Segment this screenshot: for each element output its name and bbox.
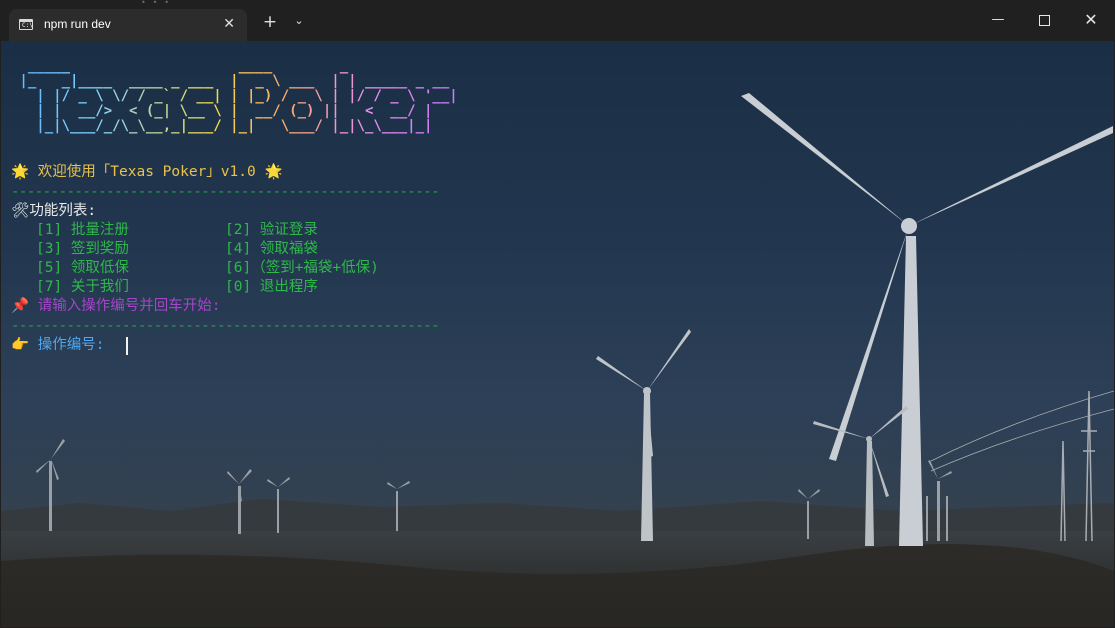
tab-npm-run-dev[interactable]: C:\ npm run dev ✕: [9, 9, 247, 41]
close-window-button[interactable]: ✕: [1068, 0, 1114, 41]
text-cursor[interactable]: [126, 337, 128, 355]
close-tab-icon[interactable]: ✕: [223, 16, 235, 32]
title-bar: • • • C:\ npm run dev ✕ + ⌄ — ✕: [0, 0, 1115, 41]
maximize-icon: [1038, 15, 1050, 26]
menu-title: 🛠功能列表:: [11, 203, 97, 219]
chevron-down-icon[interactable]: ⌄: [292, 14, 306, 28]
ascii-banner-texas-poker: _____ ____ _ |_ _|____ ____ _ ___ | _ \ …: [11, 59, 457, 134]
welcome-message: 🌟 欢迎使用「Texas Poker」v1.0 🌟: [11, 164, 283, 180]
operation-prompt: 👉 操作编号:: [11, 337, 114, 353]
menu-item-0: [0] 退出程序: [225, 279, 318, 295]
minimize-button[interactable]: —: [975, 0, 1021, 41]
drag-handle[interactable]: • • •: [141, 0, 170, 7]
menu-item-3: [3] 签到奖励: [36, 241, 129, 257]
menu-item-7: [7] 关于我们: [36, 279, 129, 295]
menu-item-6: [6]（签到+福袋+低保): [225, 260, 379, 276]
tab-title: npm run dev: [44, 17, 111, 31]
terminal-pane[interactable]: _____ ____ _ |_ _|____ ____ _ ___ | _ \ …: [1, 41, 1114, 627]
menu-item-1: [1] 批量注册: [36, 222, 129, 238]
separator-line-bottom: ----------------------------------------…: [11, 318, 440, 334]
maximize-button[interactable]: [1021, 0, 1067, 41]
separator-line: ----------------------------------------…: [11, 184, 440, 200]
menu-item-2: [2] 验证登录: [225, 222, 318, 238]
terminal-icon: C:\: [19, 19, 33, 30]
new-tab-button[interactable]: +: [260, 12, 280, 32]
menu-item-5: [5] 领取低保: [36, 260, 129, 276]
input-hint: 📌 请输入操作编号并回车开始:: [11, 298, 221, 314]
terminal-icon-text: C:\: [22, 22, 33, 29]
menu-item-4: [4] 领取福袋: [225, 241, 318, 257]
